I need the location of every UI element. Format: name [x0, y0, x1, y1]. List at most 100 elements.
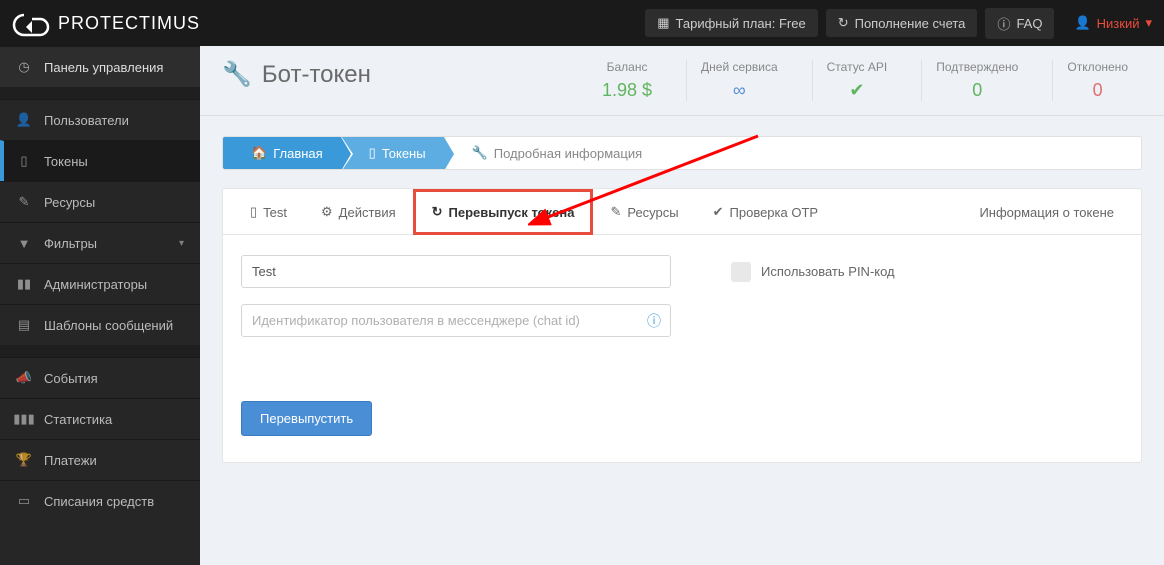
tab-label: Test: [263, 205, 287, 220]
info-icon: ⓘ: [997, 14, 1010, 33]
filter-icon: ▼: [16, 235, 32, 251]
card-icon: ▦: [657, 15, 669, 31]
sidebar-item-label: Статистика: [44, 412, 112, 427]
tab-label: Ресурсы: [627, 205, 678, 220]
topup-label: Пополнение счета: [855, 16, 966, 31]
sidebar-item-events[interactable]: 📣 События: [0, 357, 200, 398]
brand-logo[interactable]: PROTECTIMUS: [12, 9, 200, 37]
tab-label: Проверка OTP: [730, 205, 819, 220]
check-icon: ✔: [713, 204, 724, 220]
mobile-icon: ▯: [369, 145, 376, 161]
pin-label: Использовать PIN-код: [761, 264, 895, 279]
token-panel: ▯ Test ⚙ Действия ↻ Перевыпуск токена ✎ …: [222, 188, 1142, 463]
check-icon: ✔: [827, 80, 888, 101]
user-label: Низкий: [1097, 16, 1140, 31]
doc-icon: ▤: [16, 317, 32, 333]
sidebar-item-dashboard[interactable]: ◷ Панель управления: [0, 46, 200, 87]
reissue-button[interactable]: Перевыпустить: [241, 401, 372, 436]
tab-reissue[interactable]: ↻ Перевыпуск токена: [413, 189, 594, 235]
sidebar-item-filters[interactable]: ▼ Фильтры ▾: [0, 222, 200, 263]
refresh-icon: ↻: [838, 15, 849, 31]
tab-test[interactable]: ▯ Test: [233, 189, 304, 235]
trophy-icon: 🏆: [16, 452, 32, 468]
logo-icon: [12, 9, 52, 37]
sidebar-item-label: Фильтры: [44, 236, 97, 251]
gear-icon: ⚙: [321, 204, 333, 220]
gauge-icon: ◷: [16, 59, 32, 75]
user-menu[interactable]: 👤 Низкий ▾: [1074, 15, 1152, 31]
sidebar: ◷ Панель управления 👤 Пользователи ▯ Ток…: [0, 46, 200, 565]
sidebar-item-label: Платежи: [44, 453, 97, 468]
stat-confirmed: Подтверждено 0: [921, 60, 1032, 101]
faq-label: FAQ: [1016, 16, 1042, 31]
stat-label: Дней сервиса: [701, 60, 778, 74]
wrench-icon: 🔧: [472, 145, 488, 161]
breadcrumb-label: Подробная информация: [494, 146, 642, 161]
info-icon[interactable]: ⓘ: [647, 311, 661, 331]
brand-text: PROTECTIMUS: [58, 13, 200, 34]
tab-info[interactable]: Информация о токене: [962, 189, 1131, 235]
stat-balance: Баланс 1.98 $: [588, 60, 666, 101]
sidebar-item-label: Токены: [44, 154, 88, 169]
sidebar-spacer: [0, 345, 200, 357]
stat-label: Баланс: [602, 60, 652, 74]
stat-value: 0: [936, 80, 1018, 101]
user-icon: 👤: [1074, 15, 1090, 31]
page-title-text: Бот-токен: [262, 61, 371, 89]
sidebar-item-admins[interactable]: ▮▮ Администраторы: [0, 263, 200, 304]
tab-otp[interactable]: ✔ Проверка OTP: [696, 189, 835, 235]
breadcrumb-details: 🔧 Подробная информация: [444, 137, 661, 169]
mobile-icon: ▯: [16, 153, 32, 169]
refresh-icon: ↻: [432, 204, 443, 220]
money-icon: ▭: [16, 493, 32, 509]
breadcrumb-tokens[interactable]: ▯ Токены: [341, 137, 444, 169]
stat-label: Отклонено: [1067, 60, 1128, 74]
mobile-icon: ▯: [250, 204, 257, 220]
plan-button[interactable]: ▦ Тарифный план: Free: [645, 9, 817, 37]
user-icon: 👤: [16, 112, 32, 128]
wrench-icon: 🔧: [222, 60, 252, 89]
breadcrumb-home[interactable]: 🏠 Главная: [223, 137, 341, 169]
breadcrumb: 🏠 Главная ▯ Токены 🔧 Подробная информаци…: [222, 136, 1142, 170]
edit-icon: ✎: [16, 194, 32, 210]
stat-api: Статус API ✔: [812, 60, 902, 101]
plan-label: Тарифный план: Free: [676, 16, 806, 31]
stat-declined: Отклонено 0: [1052, 60, 1142, 101]
sidebar-item-label: Шаблоны сообщений: [44, 318, 173, 333]
infinity-icon: ∞: [701, 80, 778, 101]
sidebar-item-templates[interactable]: ▤ Шаблоны сообщений: [0, 304, 200, 345]
chart-icon: ▮▮▮: [16, 411, 32, 427]
sidebar-spacer: [0, 87, 200, 99]
stat-days: Дней сервиса ∞: [686, 60, 792, 101]
home-icon: 🏠: [251, 145, 267, 161]
sidebar-item-tokens[interactable]: ▯ Токены: [0, 140, 200, 181]
megaphone-icon: 📣: [16, 370, 32, 386]
tab-label: Перевыпуск токена: [449, 205, 575, 220]
chatid-input[interactable]: [241, 304, 671, 337]
sidebar-item-label: Списания средств: [44, 494, 154, 509]
token-name-input[interactable]: [241, 255, 671, 288]
topup-button[interactable]: ↻ Пополнение счета: [826, 9, 978, 37]
stat-value: 1.98 $: [602, 80, 652, 101]
sidebar-item-label: Администраторы: [44, 277, 147, 292]
tab-actions[interactable]: ⚙ Действия: [304, 189, 413, 235]
sidebar-item-label: Ресурсы: [44, 195, 95, 210]
caret-down-icon: ▾: [179, 238, 184, 249]
bars-icon: ▮▮: [16, 276, 32, 292]
sidebar-item-resources[interactable]: ✎ Ресурсы: [0, 181, 200, 222]
caret-down-icon: ▾: [1145, 15, 1152, 31]
sidebar-item-charges[interactable]: ▭ Списания средств: [0, 480, 200, 521]
sidebar-item-label: События: [44, 371, 98, 386]
pin-checkbox[interactable]: [731, 262, 751, 282]
breadcrumb-label: Главная: [273, 146, 322, 161]
edit-icon: ✎: [610, 204, 621, 220]
sidebar-item-label: Панель управления: [44, 60, 163, 75]
sidebar-item-label: Пользователи: [44, 113, 129, 128]
sidebar-item-payments[interactable]: 🏆 Платежи: [0, 439, 200, 480]
sidebar-item-stats[interactable]: ▮▮▮ Статистика: [0, 398, 200, 439]
tab-resources[interactable]: ✎ Ресурсы: [593, 189, 695, 235]
tab-label: Действия: [339, 205, 396, 220]
stat-label: Подтверждено: [936, 60, 1018, 74]
sidebar-item-users[interactable]: 👤 Пользователи: [0, 99, 200, 140]
faq-button[interactable]: ⓘ FAQ: [985, 8, 1054, 39]
